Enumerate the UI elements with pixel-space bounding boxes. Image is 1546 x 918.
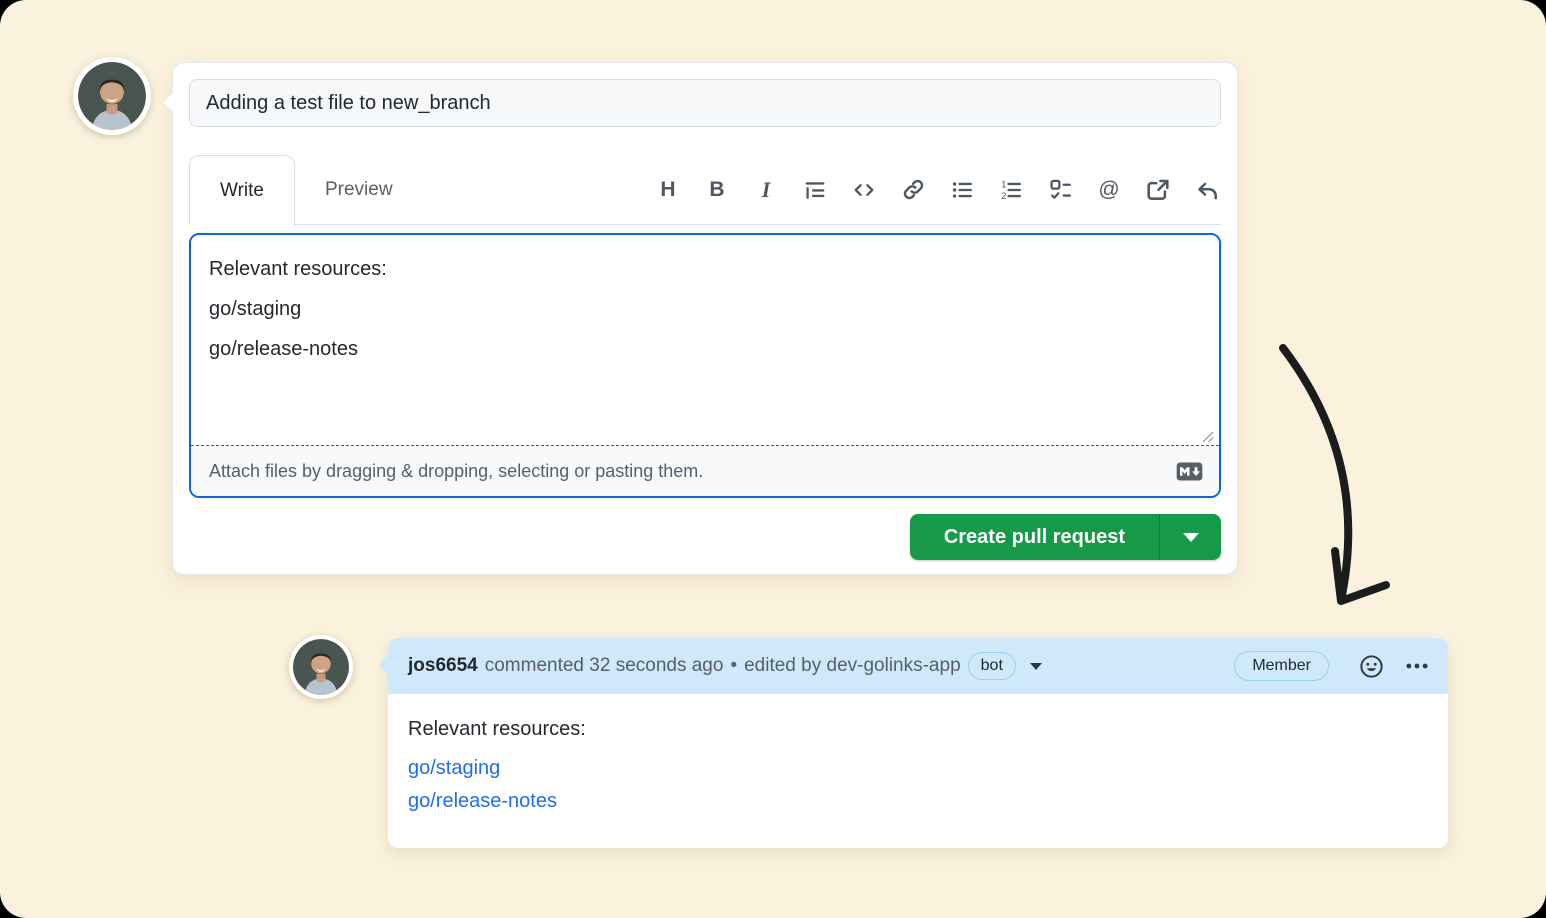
edit-history-chevron-down-icon[interactable] (1030, 663, 1042, 670)
bot-badge: bot (968, 652, 1016, 680)
page-background: Write Preview H B I (0, 0, 1546, 918)
quote-icon[interactable] (803, 178, 827, 202)
attach-hint-text: Attach files by dragging & dropping, sel… (209, 461, 703, 482)
bold-icon[interactable]: B (705, 178, 729, 202)
svg-text:2: 2 (1001, 191, 1006, 201)
composer-actions: Create pull request (189, 514, 1221, 560)
comment-timestamp: commented 32 seconds ago (485, 655, 724, 677)
create-pull-request-button[interactable]: Create pull request (910, 514, 1159, 560)
comment-author[interactable]: jos6654 (408, 655, 478, 677)
code-icon[interactable] (852, 178, 876, 202)
comment-body: Relevant resources: go/staging go/releas… (388, 694, 1448, 848)
tab-preview[interactable]: Preview (295, 155, 423, 224)
heading-icon[interactable]: H (656, 178, 680, 202)
pr-body-textarea[interactable]: Relevant resources: go/staging go/releas… (191, 235, 1219, 445)
markdown-icon[interactable] (1176, 462, 1203, 481)
smiley-icon[interactable] (1358, 653, 1385, 680)
separator-dot: • (730, 655, 737, 677)
attach-files-bar[interactable]: Attach files by dragging & dropping, sel… (191, 445, 1219, 496)
editor-tab-bar: Write Preview H B I (189, 155, 1221, 225)
chevron-down-icon (1183, 533, 1199, 542)
kebab-menu-icon[interactable] (1404, 653, 1430, 679)
comment-avatar[interactable] (289, 635, 353, 699)
comment-card: jos6654 commented 32 seconds ago • edite… (388, 638, 1448, 848)
reply-icon[interactable] (1195, 178, 1219, 202)
avatar-photo (293, 639, 349, 695)
pr-title-input[interactable] (189, 79, 1221, 127)
cross-reference-icon[interactable] (1146, 178, 1170, 202)
edited-by-text: edited by dev-golinks-app (744, 655, 961, 677)
pr-body-editor: Relevant resources: go/staging go/releas… (189, 233, 1221, 498)
speech-tail (378, 655, 399, 676)
resize-grip-icon[interactable] (1202, 431, 1214, 443)
task-list-icon[interactable] (1048, 178, 1072, 202)
pr-composer-card: Write Preview H B I (172, 62, 1238, 575)
italic-icon[interactable]: I (754, 178, 778, 202)
tab-write[interactable]: Write (189, 155, 295, 225)
speech-tail (162, 92, 183, 113)
ordered-list-icon[interactable]: 1 2 (999, 178, 1023, 202)
member-badge: Member (1234, 651, 1329, 681)
unordered-list-icon[interactable] (950, 178, 974, 202)
golink-staging[interactable]: go/staging (408, 752, 1428, 785)
create-pull-request-dropdown[interactable] (1159, 514, 1221, 560)
avatar-photo (78, 62, 146, 130)
link-icon[interactable] (901, 178, 925, 202)
create-pull-request-split-button: Create pull request (910, 514, 1221, 560)
svg-text:1: 1 (1001, 179, 1006, 190)
golink-release-notes[interactable]: go/release-notes (408, 785, 1428, 818)
markdown-toolbar: H B I (656, 178, 1219, 202)
comment-intro-text: Relevant resources: (408, 718, 1428, 741)
comment-header: jos6654 commented 32 seconds ago • edite… (388, 638, 1448, 694)
avatar[interactable] (73, 57, 151, 135)
mention-icon[interactable]: @ (1097, 178, 1121, 202)
